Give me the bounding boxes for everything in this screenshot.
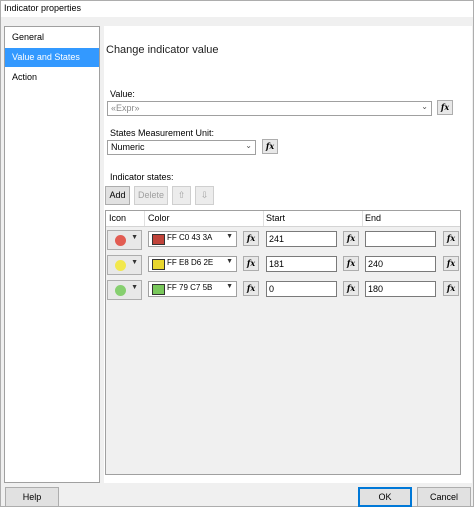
arrow-up-icon: ⇧	[177, 190, 186, 200]
chevron-down-icon: ⌄	[245, 141, 252, 150]
color-fx-button[interactable]: fx	[243, 231, 259, 246]
color-swatch	[152, 259, 165, 270]
chevron-down-icon: ⌄	[421, 102, 428, 111]
states-grid: Icon Color Start End ▼ FF C0 43 3A ▼ fx …	[105, 210, 461, 475]
help-button[interactable]: Help	[5, 487, 59, 507]
end-fx-button[interactable]: fx	[443, 281, 459, 296]
color-fx-button[interactable]: fx	[243, 256, 259, 271]
start-fx-button[interactable]: fx	[343, 281, 359, 296]
end-fx-button[interactable]: fx	[443, 231, 459, 246]
column-divider	[362, 211, 363, 226]
grid-header: Icon Color Start End	[106, 211, 460, 227]
move-up-button[interactable]: ⇧	[172, 186, 191, 205]
unit-combo[interactable]: Numeric ⌄	[107, 140, 256, 155]
chevron-down-icon: ▼	[131, 234, 138, 241]
color-combo[interactable]: FF E8 D6 2E ▼	[148, 256, 237, 272]
chevron-down-icon: ▼	[131, 259, 138, 266]
color-swatch	[152, 234, 165, 245]
col-header-end: End	[365, 213, 382, 223]
end-input[interactable]: 240	[365, 256, 436, 272]
nav-item-general[interactable]: General	[5, 28, 99, 47]
circle-indicator-icon	[115, 235, 126, 246]
section-title: Change indicator value	[106, 44, 219, 56]
col-header-color: Color	[148, 213, 170, 223]
col-header-icon: Icon	[109, 213, 127, 223]
column-divider	[263, 211, 264, 226]
end-fx-button[interactable]: fx	[443, 256, 459, 271]
chevron-down-icon: ▼	[226, 283, 233, 290]
chevron-down-icon: ▼	[226, 258, 233, 265]
unit-label: States Measurement Unit:	[110, 128, 215, 138]
title-bar: Indicator properties	[1, 1, 473, 17]
arrow-down-icon: ⇩	[200, 190, 209, 200]
states-label: Indicator states:	[110, 172, 174, 182]
delete-button[interactable]: Delete	[134, 186, 168, 205]
color-value: FF C0 43 3A	[167, 233, 213, 242]
value-placeholder: «Expr»	[111, 103, 140, 113]
color-value: FF 79 C7 5B	[167, 283, 213, 292]
start-input[interactable]: 0	[266, 281, 337, 297]
unit-fx-button[interactable]: fx	[262, 139, 278, 154]
nav-item-action[interactable]: Action	[5, 68, 99, 87]
indicator-properties-dialog: Indicator properties General Value and S…	[0, 0, 474, 507]
value-fx-button[interactable]: fx	[437, 100, 453, 115]
color-fx-button[interactable]: fx	[243, 281, 259, 296]
chevron-down-icon: ▼	[131, 284, 138, 291]
ok-button[interactable]: OK	[358, 487, 412, 507]
move-down-button[interactable]: ⇩	[195, 186, 214, 205]
window-title: Indicator properties	[4, 3, 82, 13]
value-label: Value:	[110, 89, 135, 99]
color-value: FF E8 D6 2E	[167, 258, 214, 267]
content-pane: Change indicator value Value: «Expr» ⌄ f…	[104, 26, 472, 483]
icon-picker[interactable]: ▼	[107, 255, 142, 275]
col-header-start: Start	[266, 213, 286, 223]
add-button[interactable]: Add	[105, 186, 130, 205]
nav-item-value-and-states[interactable]: Value and States	[5, 48, 99, 67]
column-divider	[144, 211, 145, 226]
start-input[interactable]: 241	[266, 231, 337, 247]
start-input[interactable]: 181	[266, 256, 337, 272]
color-combo[interactable]: FF C0 43 3A ▼	[148, 231, 237, 247]
start-fx-button[interactable]: fx	[343, 256, 359, 271]
table-row: ▼ FF 79 C7 5B ▼ fx 0 fx 180 fx	[106, 278, 460, 302]
unit-value: Numeric	[111, 142, 145, 152]
color-combo[interactable]: FF 79 C7 5B ▼	[148, 281, 237, 297]
icon-picker[interactable]: ▼	[107, 280, 142, 300]
color-swatch	[152, 284, 165, 295]
end-input[interactable]	[365, 231, 436, 247]
end-input[interactable]: 180	[365, 281, 436, 297]
table-row: ▼ FF C0 43 3A ▼ fx 241 fx fx	[106, 228, 460, 252]
cancel-button[interactable]: Cancel	[417, 487, 471, 507]
circle-indicator-icon	[115, 260, 126, 271]
value-combo[interactable]: «Expr» ⌄	[107, 101, 432, 116]
chevron-down-icon: ▼	[226, 233, 233, 240]
table-row: ▼ FF E8 D6 2E ▼ fx 181 fx 240 fx	[106, 253, 460, 277]
icon-picker[interactable]: ▼	[107, 230, 142, 250]
nav-pane: General Value and States Action	[4, 26, 100, 483]
circle-indicator-icon	[115, 285, 126, 296]
start-fx-button[interactable]: fx	[343, 231, 359, 246]
